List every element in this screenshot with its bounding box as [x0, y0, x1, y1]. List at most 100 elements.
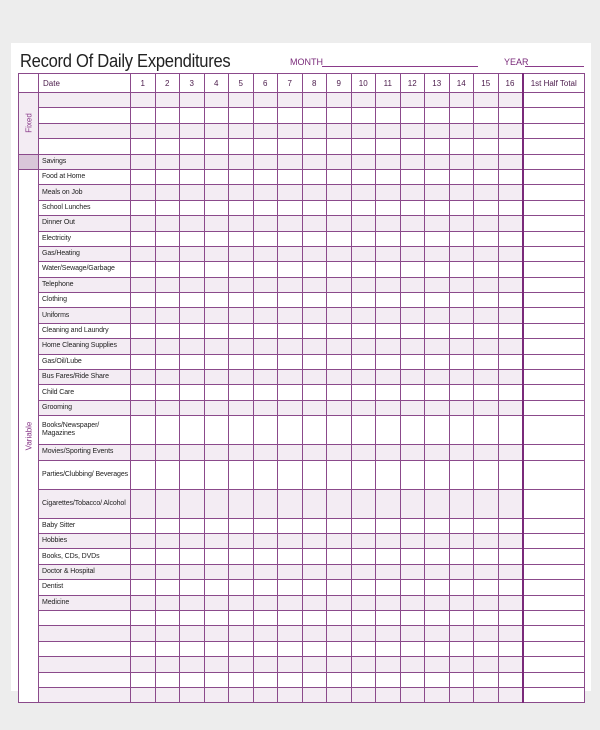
- day-cell[interactable]: [399, 184, 425, 201]
- day-cell[interactable]: [473, 261, 499, 278]
- day-cell[interactable]: [350, 369, 376, 386]
- day-cell[interactable]: [228, 594, 254, 611]
- day-cell[interactable]: [179, 532, 205, 550]
- day-cell[interactable]: [473, 640, 499, 658]
- day-cell[interactable]: [252, 517, 278, 534]
- day-cell[interactable]: [497, 168, 523, 186]
- day-cell[interactable]: [154, 625, 180, 642]
- day-cell[interactable]: [448, 640, 474, 658]
- day-cell[interactable]: [350, 276, 376, 294]
- day-cell[interactable]: [277, 230, 303, 247]
- day-cell[interactable]: [203, 138, 229, 155]
- day-cell[interactable]: [179, 292, 205, 309]
- day-cell[interactable]: [228, 353, 254, 371]
- day-cell[interactable]: [130, 292, 156, 309]
- day-cell[interactable]: [179, 548, 205, 565]
- day-cell[interactable]: [252, 686, 278, 704]
- day-cell[interactable]: [179, 686, 205, 704]
- day-cell[interactable]: [203, 517, 229, 534]
- day-cell[interactable]: [130, 686, 156, 704]
- day-cell[interactable]: [497, 625, 523, 642]
- day-cell[interactable]: [252, 338, 278, 355]
- day-cell[interactable]: [130, 548, 156, 565]
- day-cell[interactable]: [424, 153, 450, 170]
- day-cell[interactable]: [326, 199, 352, 217]
- day-cell[interactable]: [277, 656, 303, 673]
- day-cell[interactable]: [277, 579, 303, 596]
- day-cell[interactable]: [448, 138, 474, 155]
- day-cell[interactable]: [252, 625, 278, 642]
- day-cell[interactable]: [203, 444, 229, 461]
- day-cell[interactable]: [424, 322, 450, 340]
- day-cell[interactable]: [448, 230, 474, 247]
- day-cell[interactable]: [448, 199, 474, 217]
- day-cell[interactable]: [350, 107, 376, 124]
- day-cell[interactable]: [130, 215, 156, 232]
- day-cell[interactable]: [497, 230, 523, 247]
- day-cell[interactable]: [350, 322, 376, 340]
- day-cell[interactable]: [203, 671, 229, 688]
- day-cell[interactable]: [473, 686, 499, 704]
- day-cell[interactable]: [130, 384, 156, 401]
- day-cell[interactable]: [179, 245, 205, 263]
- day-cell[interactable]: [203, 292, 229, 309]
- day-cell[interactable]: [154, 459, 180, 490]
- day-cell[interactable]: [350, 548, 376, 565]
- day-cell[interactable]: [277, 107, 303, 124]
- day-cell[interactable]: [497, 153, 523, 170]
- day-cell[interactable]: [326, 594, 352, 611]
- day-cell[interactable]: [252, 532, 278, 550]
- day-cell[interactable]: [350, 338, 376, 355]
- day-cell[interactable]: [326, 625, 352, 642]
- day-cell[interactable]: [375, 625, 401, 642]
- day-cell[interactable]: [399, 369, 425, 386]
- day-cell[interactable]: [154, 579, 180, 596]
- day-cell[interactable]: [203, 153, 229, 170]
- day-cell[interactable]: [448, 656, 474, 673]
- day-cell[interactable]: [301, 122, 327, 140]
- day-cell[interactable]: [301, 230, 327, 247]
- day-cell[interactable]: [424, 230, 450, 247]
- day-cell[interactable]: [203, 609, 229, 627]
- day-cell[interactable]: [203, 625, 229, 642]
- total-cell[interactable]: [521, 153, 585, 170]
- day-cell[interactable]: [252, 261, 278, 278]
- day-cell[interactable]: [154, 488, 180, 519]
- day-cell[interactable]: [399, 107, 425, 124]
- day-cell[interactable]: [203, 399, 229, 417]
- day-cell[interactable]: [228, 671, 254, 688]
- day-cell[interactable]: [252, 91, 278, 109]
- day-cell[interactable]: [277, 444, 303, 461]
- day-cell[interactable]: [399, 153, 425, 170]
- day-cell[interactable]: [399, 548, 425, 565]
- year-field[interactable]: [525, 66, 584, 67]
- day-cell[interactable]: [252, 184, 278, 201]
- day-cell[interactable]: [301, 640, 327, 658]
- day-cell[interactable]: [203, 532, 229, 550]
- total-cell[interactable]: [521, 322, 585, 340]
- day-cell[interactable]: [448, 168, 474, 186]
- day-cell[interactable]: [473, 322, 499, 340]
- day-cell[interactable]: [301, 107, 327, 124]
- day-cell[interactable]: [326, 415, 352, 446]
- day-cell[interactable]: [375, 91, 401, 109]
- day-cell[interactable]: [497, 548, 523, 565]
- day-cell[interactable]: [252, 168, 278, 186]
- day-cell[interactable]: [179, 91, 205, 109]
- day-cell[interactable]: [399, 122, 425, 140]
- day-cell[interactable]: [375, 369, 401, 386]
- day-cell[interactable]: [277, 138, 303, 155]
- day-cell[interactable]: [130, 488, 156, 519]
- day-cell[interactable]: [448, 245, 474, 263]
- day-cell[interactable]: [154, 261, 180, 278]
- day-cell[interactable]: [375, 353, 401, 371]
- day-cell[interactable]: [130, 276, 156, 294]
- day-cell[interactable]: [424, 276, 450, 294]
- day-cell[interactable]: [399, 517, 425, 534]
- day-cell[interactable]: [473, 459, 499, 490]
- day-cell[interactable]: [350, 517, 376, 534]
- day-cell[interactable]: [154, 532, 180, 550]
- day-cell[interactable]: [228, 261, 254, 278]
- day-cell[interactable]: [277, 671, 303, 688]
- day-cell[interactable]: [399, 459, 425, 490]
